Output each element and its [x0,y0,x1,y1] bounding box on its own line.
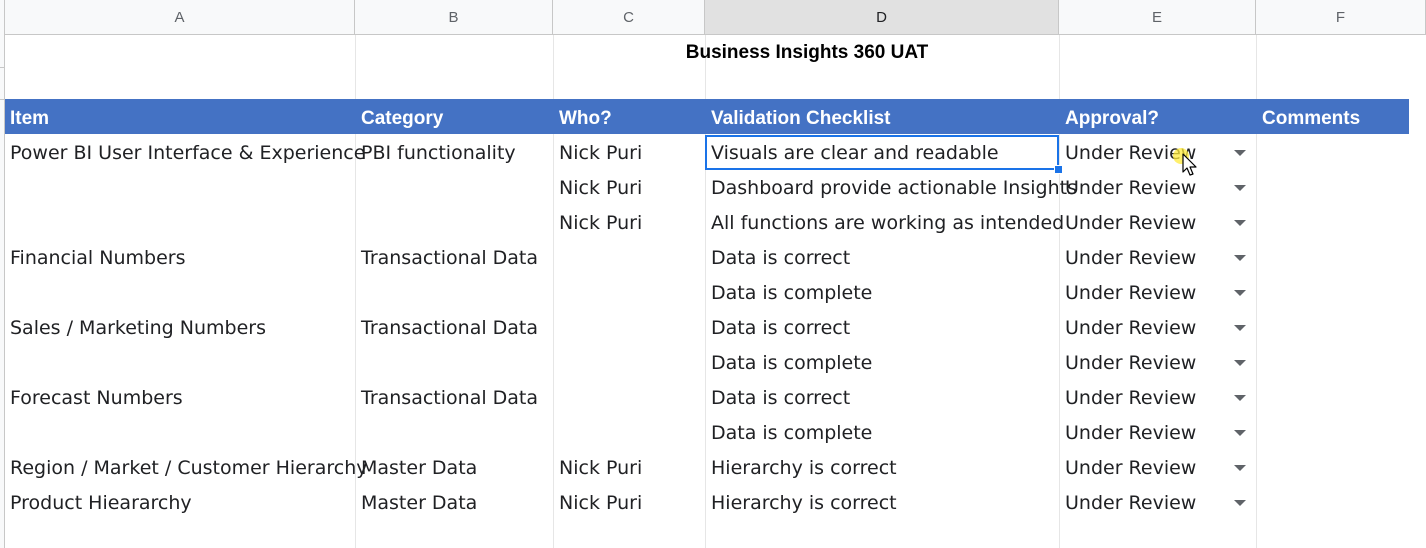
header-who[interactable]: Who? [559,99,612,134]
cell-validation[interactable]: Data is correct [711,311,850,346]
header-comments[interactable]: Comments [1262,99,1360,134]
cell-approval[interactable]: Under Review [1065,486,1196,521]
column-header-a[interactable]: A [5,0,355,35]
mouse-pointer-icon [1173,148,1197,176]
dropdown-arrow-icon[interactable] [1234,255,1246,261]
dropdown-arrow-icon[interactable] [1234,500,1246,506]
cell-validation[interactable]: All functions are working as intended [711,206,1064,241]
cell-item[interactable]: Forecast Numbers [10,381,183,416]
spreadsheet: A B C D E F Business Insights 360 UAT It… [0,0,1426,548]
cell-item[interactable]: Region / Market / Customer Hierarchy [10,451,367,486]
cell-approval[interactable]: Under Review [1065,311,1196,346]
cell-validation[interactable]: Data is correct [711,241,850,276]
dropdown-arrow-icon[interactable] [1234,220,1246,226]
cell-approval[interactable]: Under Review [1065,206,1196,241]
cell-category[interactable]: PBI functionality [361,136,516,171]
dropdown-arrow-icon[interactable] [1234,150,1246,156]
sheet-title[interactable]: Business Insights 360 UAT [555,40,1059,66]
dropdown-arrow-icon[interactable] [1234,185,1246,191]
cell-approval[interactable]: Under Review [1065,276,1196,311]
dropdown-arrow-icon[interactable] [1234,360,1246,366]
cell-who[interactable]: Nick Puri [559,171,642,206]
header-category[interactable]: Category [361,99,443,134]
cell-validation[interactable]: Data is complete [711,276,872,311]
row-divider [0,67,4,68]
cell-category[interactable]: Transactional Data [361,381,538,416]
dropdown-arrow-icon[interactable] [1234,325,1246,331]
dropdown-arrow-icon[interactable] [1234,290,1246,296]
cell-category[interactable]: Master Data [361,486,477,521]
cell-validation[interactable]: Dashboard provide actionable Insights [711,171,1077,206]
cell-approval[interactable]: Under Review [1065,241,1196,276]
dropdown-arrow-icon[interactable] [1234,465,1246,471]
cell-validation[interactable]: Hierarchy is correct [711,451,897,486]
cell-approval[interactable]: Under Review [1065,346,1196,381]
cell-selection-outline [705,135,1059,170]
row-header-strip [0,0,5,548]
cell-item[interactable]: Financial Numbers [10,241,185,276]
cell-who[interactable]: Nick Puri [559,136,642,171]
cell-approval[interactable]: Under Review [1065,451,1196,486]
cell-validation[interactable]: Data is correct [711,381,850,416]
cell-category[interactable]: Master Data [361,451,477,486]
row-divider [0,99,4,100]
cell-who[interactable]: Nick Puri [559,486,642,521]
dropdown-arrow-icon[interactable] [1234,430,1246,436]
cell-who[interactable]: Nick Puri [559,206,642,241]
header-validation[interactable]: Validation Checklist [711,99,891,134]
cell-validation[interactable]: Data is complete [711,416,872,451]
column-header-c[interactable]: C [553,0,705,35]
cell-item[interactable]: Power BI User Interface & Experience [10,136,365,171]
cell-item[interactable]: Sales / Marketing Numbers [10,311,266,346]
dropdown-arrow-icon[interactable] [1234,395,1246,401]
cell-item[interactable]: Product Hieararchy [10,486,192,521]
header-item[interactable]: Item [10,99,49,134]
cell-approval[interactable]: Under Review [1065,416,1196,451]
table-header-band [5,99,1409,134]
header-approval[interactable]: Approval? [1065,99,1159,134]
cell-who[interactable]: Nick Puri [559,451,642,486]
fill-handle[interactable] [1054,165,1063,174]
cell-category[interactable]: Transactional Data [361,311,538,346]
column-header-e[interactable]: E [1059,0,1256,35]
cell-validation[interactable]: Hierarchy is correct [711,486,897,521]
cell-approval[interactable]: Under Review [1065,381,1196,416]
column-header-b[interactable]: B [355,0,553,35]
cell-validation[interactable]: Data is complete [711,346,872,381]
cell-category[interactable]: Transactional Data [361,241,538,276]
column-header-f[interactable]: F [1256,0,1426,35]
column-header-d[interactable]: D [705,0,1059,35]
